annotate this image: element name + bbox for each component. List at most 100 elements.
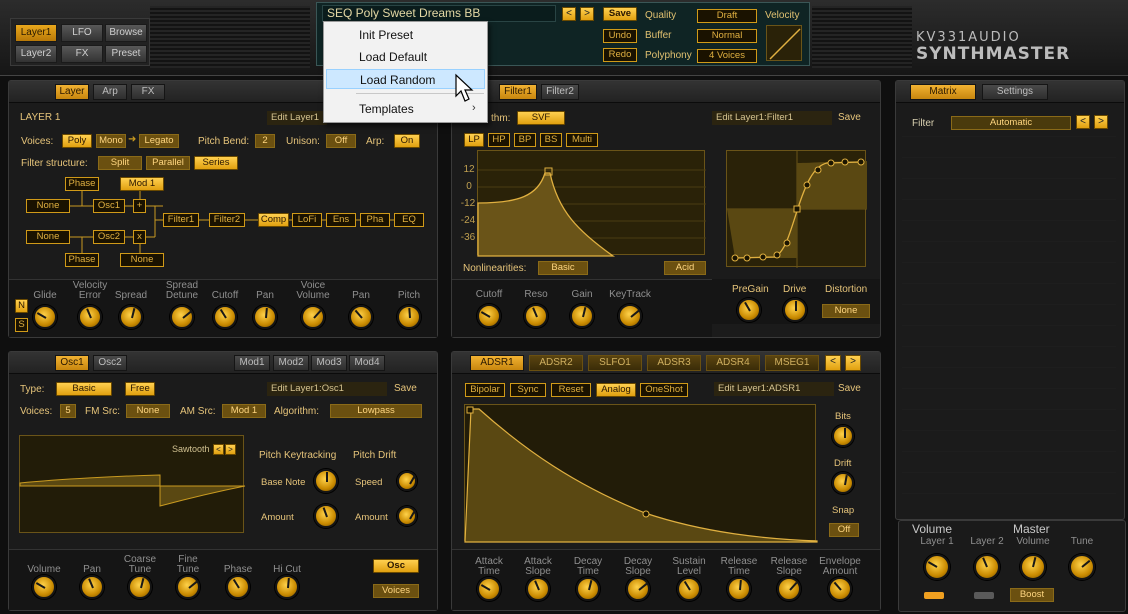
- base-note-knob[interactable]: [314, 469, 338, 493]
- env-next-button[interactable]: >: [845, 355, 861, 371]
- wave-next-button[interactable]: >: [225, 444, 236, 455]
- route-eq[interactable]: EQ: [394, 213, 424, 227]
- route-pha[interactable]: Pha: [360, 213, 390, 227]
- bits-knob[interactable]: [832, 425, 854, 447]
- redo-button[interactable]: Redo: [603, 48, 637, 62]
- layer-knob[interactable]: [397, 305, 421, 329]
- env-knob[interactable]: [828, 577, 852, 601]
- tab-filter2[interactable]: Filter2: [541, 84, 579, 100]
- layer-knob[interactable]: [349, 305, 373, 329]
- mode-lp[interactable]: LP: [464, 133, 484, 147]
- tab-mod2[interactable]: Mod2: [273, 355, 309, 371]
- undo-button[interactable]: Undo: [603, 29, 637, 43]
- route-phase-1[interactable]: Phase: [65, 177, 99, 191]
- layer2-led[interactable]: [974, 592, 994, 599]
- route-comp[interactable]: Comp: [258, 213, 289, 227]
- tab-mod4[interactable]: Mod4: [349, 355, 385, 371]
- osc-knob[interactable]: [226, 575, 250, 599]
- osc-knob[interactable]: [128, 575, 152, 599]
- env-knob[interactable]: [727, 577, 751, 601]
- distortion-value[interactable]: None: [822, 304, 870, 318]
- env-bipolar[interactable]: Bipolar: [465, 383, 505, 397]
- osc-knob[interactable]: [275, 575, 299, 599]
- osc-button[interactable]: Osc: [373, 559, 419, 573]
- tab-slfo1[interactable]: SLFO1: [588, 355, 642, 371]
- route-filter2[interactable]: Filter2: [209, 213, 245, 227]
- osc-voices-value[interactable]: 5: [60, 404, 76, 418]
- tab-adsr3[interactable]: ADSR3: [647, 355, 701, 371]
- tab-osc1[interactable]: Osc1: [55, 355, 89, 371]
- env-analog[interactable]: Analog: [596, 383, 636, 397]
- mode-bp[interactable]: BP: [514, 133, 536, 147]
- fm-src-value[interactable]: None: [126, 404, 170, 418]
- envelope-graph[interactable]: [464, 404, 818, 543]
- env-save-button[interactable]: Save: [838, 383, 861, 394]
- filter-knob[interactable]: [477, 304, 501, 328]
- env-sync[interactable]: Sync: [510, 383, 546, 397]
- matrix-list[interactable]: [902, 136, 1116, 514]
- next-preset-button[interactable]: >: [580, 7, 594, 21]
- layer1-led[interactable]: [924, 592, 944, 599]
- drift-amount-knob[interactable]: [397, 506, 417, 526]
- mode-hp[interactable]: HP: [488, 133, 510, 147]
- snap-value[interactable]: Off: [829, 523, 859, 537]
- layer-knob[interactable]: [170, 305, 194, 329]
- tab-filter1[interactable]: Filter1: [499, 84, 537, 100]
- structure-series-button[interactable]: Series: [194, 156, 238, 170]
- nonlin-acid[interactable]: Acid: [664, 261, 706, 275]
- buffer-value[interactable]: Normal: [697, 29, 757, 43]
- env-knob[interactable]: [677, 577, 701, 601]
- filter-save-button[interactable]: Save: [838, 112, 861, 123]
- quality-value[interactable]: Draft: [697, 9, 757, 23]
- filter-response-graph[interactable]: [477, 150, 706, 257]
- side-s-button[interactable]: S: [15, 318, 28, 332]
- tab-matrix[interactable]: Matrix: [910, 84, 976, 100]
- matrix-next-button[interactable]: >: [1094, 115, 1108, 129]
- master-knob[interactable]: [1020, 554, 1046, 580]
- arp-value[interactable]: On: [394, 134, 420, 148]
- route-x[interactable]: x: [133, 230, 146, 244]
- velocity-curve[interactable]: [766, 25, 802, 61]
- osc-knob[interactable]: [32, 575, 56, 599]
- filter-knob[interactable]: [570, 304, 594, 328]
- tab-adsr4[interactable]: ADSR4: [706, 355, 760, 371]
- drift-speed-knob[interactable]: [397, 471, 417, 491]
- env-knob[interactable]: [526, 577, 550, 601]
- filter-knob[interactable]: [524, 304, 548, 328]
- osc-type-value[interactable]: Basic: [56, 382, 112, 396]
- tab-mod3[interactable]: Mod3: [311, 355, 347, 371]
- side-n-button[interactable]: N: [15, 299, 28, 313]
- keytrack-amount-knob[interactable]: [314, 504, 338, 528]
- env-reset[interactable]: Reset: [551, 383, 591, 397]
- nonlin-value[interactable]: Basic: [538, 261, 588, 275]
- master-knob[interactable]: [924, 554, 950, 580]
- drift-knob[interactable]: [832, 472, 854, 494]
- route-osc2[interactable]: Osc2: [93, 230, 125, 244]
- voices-legato-button[interactable]: Legato: [139, 134, 179, 148]
- pregain-knob[interactable]: [737, 298, 761, 322]
- prev-preset-button[interactable]: <: [562, 7, 576, 21]
- route-lofi[interactable]: LoFi: [292, 213, 322, 227]
- env-knob[interactable]: [777, 577, 801, 601]
- layer-knob[interactable]: [78, 305, 102, 329]
- tab-adsr2[interactable]: ADSR2: [529, 355, 583, 371]
- structure-parallel-button[interactable]: Parallel: [146, 156, 190, 170]
- filter-algo-value[interactable]: SVF: [517, 111, 565, 125]
- structure-split-button[interactable]: Split: [98, 156, 142, 170]
- layer-knob[interactable]: [33, 305, 57, 329]
- polyphony-value[interactable]: 4 Voices: [697, 49, 757, 63]
- layer-knob[interactable]: [213, 305, 237, 329]
- mode-bs[interactable]: BS: [540, 133, 562, 147]
- route-phase-2[interactable]: Phase: [65, 253, 99, 267]
- env-knob[interactable]: [576, 577, 600, 601]
- layer-knob[interactable]: [119, 305, 143, 329]
- route-osc1[interactable]: Osc1: [93, 199, 125, 213]
- route-ens[interactable]: Ens: [326, 213, 356, 227]
- menu-load-default[interactable]: Load Default: [326, 47, 485, 67]
- tab-osc2[interactable]: Osc2: [93, 355, 127, 371]
- tab-settings[interactable]: Settings: [982, 84, 1048, 100]
- osc-save-button[interactable]: Save: [394, 383, 417, 394]
- route-none-1[interactable]: None: [26, 199, 70, 213]
- unison-value[interactable]: Off: [326, 134, 356, 148]
- env-knob[interactable]: [626, 577, 650, 601]
